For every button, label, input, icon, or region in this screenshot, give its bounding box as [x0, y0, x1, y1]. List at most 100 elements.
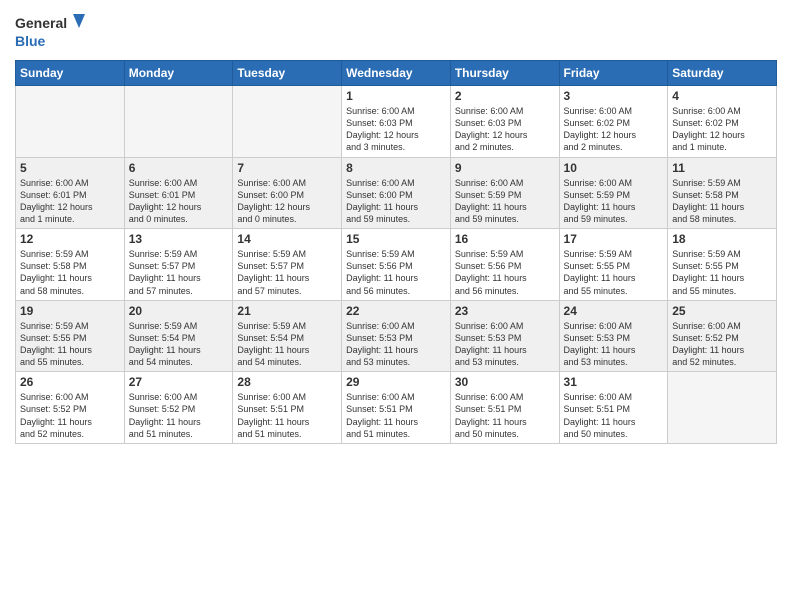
day-number: 18	[672, 232, 772, 246]
day-number: 31	[564, 375, 664, 389]
day-info: Sunrise: 6:00 AMSunset: 6:02 PMDaylight:…	[672, 105, 772, 154]
day-cell: 28 Sunrise: 6:00 AMSunset: 5:51 PMDayligh…	[233, 372, 342, 444]
day-number: 12	[20, 232, 120, 246]
day-number: 27	[129, 375, 229, 389]
day-info: Sunrise: 6:00 AMSunset: 5:52 PMDaylight:…	[129, 391, 229, 440]
day-cell: 3 Sunrise: 6:00 AMSunset: 6:02 PMDaylight…	[559, 86, 668, 158]
day-info: Sunrise: 5:59 AMSunset: 5:58 PMDaylight:…	[672, 177, 772, 226]
week-row-2: 5 Sunrise: 6:00 AMSunset: 6:01 PMDaylight…	[16, 157, 777, 229]
logo: General Blue	[15, 10, 85, 52]
day-number: 3	[564, 89, 664, 103]
week-row-1: 1 Sunrise: 6:00 AMSunset: 6:03 PMDaylight…	[16, 86, 777, 158]
weekday-header-sunday: Sunday	[16, 61, 125, 86]
day-number: 21	[237, 304, 337, 318]
day-cell	[16, 86, 125, 158]
day-cell	[124, 86, 233, 158]
day-cell: 23 Sunrise: 6:00 AMSunset: 5:53 PMDayligh…	[450, 300, 559, 372]
day-number: 20	[129, 304, 229, 318]
day-cell: 14 Sunrise: 5:59 AMSunset: 5:57 PMDayligh…	[233, 229, 342, 301]
day-number: 2	[455, 89, 555, 103]
day-cell: 6Sunrise: 6:00 AMSunset: 6:01 PMDaylight…	[124, 157, 233, 229]
day-info: Sunrise: 6:00 AMSunset: 5:51 PMDaylight:…	[237, 391, 337, 440]
day-cell: 9 Sunrise: 6:00 AMSunset: 5:59 PMDaylight…	[450, 157, 559, 229]
day-cell: 18 Sunrise: 5:59 AMSunset: 5:55 PMDayligh…	[668, 229, 777, 301]
day-info: Sunrise: 5:59 AMSunset: 5:55 PMDaylight:…	[672, 248, 772, 297]
header: General Blue	[15, 10, 777, 52]
weekday-header-saturday: Saturday	[668, 61, 777, 86]
day-cell: 7 Sunrise: 6:00 AMSunset: 6:00 PMDaylight…	[233, 157, 342, 229]
day-info: Sunrise: 5:59 AMSunset: 5:55 PMDaylight:…	[564, 248, 664, 297]
day-info: Sunrise: 5:59 AMSunset: 5:55 PMDaylight:…	[20, 320, 120, 369]
day-info: Sunrise: 6:00 AMSunset: 5:51 PMDaylight:…	[455, 391, 555, 440]
day-cell: 30Sunrise: 6:00 AMSunset: 5:51 PMDayligh…	[450, 372, 559, 444]
day-cell: 22Sunrise: 6:00 AMSunset: 5:53 PMDayligh…	[342, 300, 451, 372]
day-cell	[233, 86, 342, 158]
day-cell: 4 Sunrise: 6:00 AMSunset: 6:02 PMDaylight…	[668, 86, 777, 158]
day-number: 10	[564, 161, 664, 175]
day-cell: 11 Sunrise: 5:59 AMSunset: 5:58 PMDayligh…	[668, 157, 777, 229]
day-info: Sunrise: 5:59 AMSunset: 5:58 PMDaylight:…	[20, 248, 120, 297]
logo-svg: General Blue	[15, 10, 85, 52]
day-info: Sunrise: 5:59 AMSunset: 5:57 PMDaylight:…	[237, 248, 337, 297]
day-info: Sunrise: 5:59 AMSunset: 5:54 PMDaylight:…	[237, 320, 337, 369]
day-cell: 29 Sunrise: 6:00 AMSunset: 5:51 PMDayligh…	[342, 372, 451, 444]
day-number: 13	[129, 232, 229, 246]
day-info: Sunrise: 6:00 AMSunset: 5:51 PMDaylight:…	[346, 391, 446, 440]
day-info: Sunrise: 6:00 AMSunset: 5:53 PMDaylight:…	[455, 320, 555, 369]
day-info: Sunrise: 6:00 AMSunset: 6:03 PMDaylight:…	[346, 105, 446, 154]
day-info: Sunrise: 6:00 AMSunset: 5:52 PMDaylight:…	[20, 391, 120, 440]
day-number: 17	[564, 232, 664, 246]
day-number: 1	[346, 89, 446, 103]
day-number: 16	[455, 232, 555, 246]
day-number: 23	[455, 304, 555, 318]
day-number: 9	[455, 161, 555, 175]
weekday-header-tuesday: Tuesday	[233, 61, 342, 86]
day-info: Sunrise: 5:59 AMSunset: 5:57 PMDaylight:…	[129, 248, 229, 297]
week-row-5: 26 Sunrise: 6:00 AMSunset: 5:52 PMDayligh…	[16, 372, 777, 444]
day-number: 11	[672, 161, 772, 175]
day-cell	[668, 372, 777, 444]
day-cell: 5 Sunrise: 6:00 AMSunset: 6:01 PMDaylight…	[16, 157, 125, 229]
day-number: 28	[237, 375, 337, 389]
day-info: Sunrise: 6:00 AMSunset: 6:03 PMDaylight:…	[455, 105, 555, 154]
day-cell: 15 Sunrise: 5:59 AMSunset: 5:56 PMDayligh…	[342, 229, 451, 301]
day-cell: 8 Sunrise: 6:00 AMSunset: 6:00 PMDaylight…	[342, 157, 451, 229]
day-info: Sunrise: 6:00 AMSunset: 6:01 PMDaylight:…	[20, 177, 120, 226]
day-cell: 24Sunrise: 6:00 AMSunset: 5:53 PMDayligh…	[559, 300, 668, 372]
day-number: 15	[346, 232, 446, 246]
day-info: Sunrise: 6:00 AMSunset: 5:59 PMDaylight:…	[564, 177, 664, 226]
day-info: Sunrise: 6:00 AMSunset: 6:01 PMDaylight:…	[129, 177, 229, 226]
day-cell: 10 Sunrise: 6:00 AMSunset: 5:59 PMDayligh…	[559, 157, 668, 229]
day-number: 22	[346, 304, 446, 318]
weekday-header-monday: Monday	[124, 61, 233, 86]
day-number: 7	[237, 161, 337, 175]
weekday-header-row: SundayMondayTuesdayWednesdayThursdayFrid…	[16, 61, 777, 86]
day-number: 8	[346, 161, 446, 175]
day-number: 4	[672, 89, 772, 103]
week-row-3: 12 Sunrise: 5:59 AMSunset: 5:58 PMDayligh…	[16, 229, 777, 301]
week-row-4: 19 Sunrise: 5:59 AMSunset: 5:55 PMDayligh…	[16, 300, 777, 372]
day-cell: 27 Sunrise: 6:00 AMSunset: 5:52 PMDayligh…	[124, 372, 233, 444]
day-number: 29	[346, 375, 446, 389]
day-cell: 1 Sunrise: 6:00 AMSunset: 6:03 PMDaylight…	[342, 86, 451, 158]
day-number: 26	[20, 375, 120, 389]
day-cell: 12 Sunrise: 5:59 AMSunset: 5:58 PMDayligh…	[16, 229, 125, 301]
day-info: Sunrise: 6:00 AMSunset: 6:02 PMDaylight:…	[564, 105, 664, 154]
day-info: Sunrise: 6:00 AMSunset: 6:00 PMDaylight:…	[346, 177, 446, 226]
day-number: 5	[20, 161, 120, 175]
day-info: Sunrise: 6:00 AMSunset: 5:59 PMDaylight:…	[455, 177, 555, 226]
day-cell: 25Sunrise: 6:00 AMSunset: 5:52 PMDayligh…	[668, 300, 777, 372]
day-number: 14	[237, 232, 337, 246]
weekday-header-friday: Friday	[559, 61, 668, 86]
day-info: Sunrise: 5:59 AMSunset: 5:56 PMDaylight:…	[346, 248, 446, 297]
day-cell: 26 Sunrise: 6:00 AMSunset: 5:52 PMDayligh…	[16, 372, 125, 444]
weekday-header-wednesday: Wednesday	[342, 61, 451, 86]
day-info: Sunrise: 6:00 AMSunset: 6:00 PMDaylight:…	[237, 177, 337, 226]
day-info: Sunrise: 5:59 AMSunset: 5:56 PMDaylight:…	[455, 248, 555, 297]
day-number: 19	[20, 304, 120, 318]
svg-text:General: General	[15, 15, 67, 31]
day-cell: 17 Sunrise: 5:59 AMSunset: 5:55 PMDayligh…	[559, 229, 668, 301]
weekday-header-thursday: Thursday	[450, 61, 559, 86]
day-info: Sunrise: 6:00 AMSunset: 5:53 PMDaylight:…	[564, 320, 664, 369]
day-info: Sunrise: 6:00 AMSunset: 5:52 PMDaylight:…	[672, 320, 772, 369]
